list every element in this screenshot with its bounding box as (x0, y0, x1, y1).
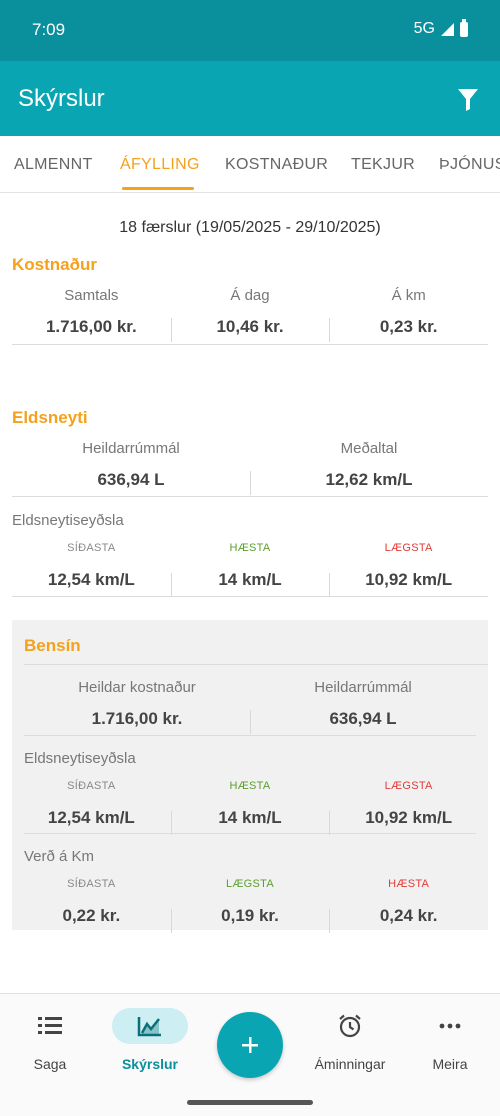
add-entry-button[interactable] (217, 1012, 283, 1078)
stat-value: 12,54 km/L (47, 570, 135, 589)
stat-value: 12,54 km/L (47, 808, 135, 827)
stat-label: SÍÐASTA (67, 542, 116, 554)
petrol-consumption-stats: SÍÐASTA 12,54 km/L HÆSTA 14 km/L LÆGSTA … (12, 779, 488, 835)
stat-value: 0,22 kr. (62, 906, 121, 925)
stat-label: SÍÐASTA (67, 780, 116, 792)
divider (12, 496, 488, 497)
petrol-consumption-highest: HÆSTA 14 km/L (170, 779, 330, 835)
petrol-consumption-lowest: LÆGSTA 10,92 km/L (329, 779, 488, 835)
more-icon (412, 1008, 488, 1044)
stat-value: 1.716,00 kr. (45, 317, 137, 336)
list-icon (12, 1008, 88, 1044)
stat-value: 0,19 kr. (221, 906, 279, 925)
chart-icon (112, 1008, 188, 1044)
price-lowest: LÆGSTA 0,19 kr. (170, 877, 330, 933)
petrol-total-volume: Heildarrúmmál 636,94 L (250, 678, 476, 734)
stat-value: 10,46 kr. (216, 317, 284, 336)
network-label: 5G (413, 20, 435, 37)
stat-value: 636,94 L (329, 709, 397, 728)
stat-label: SÍÐASTA (67, 878, 116, 890)
divider (12, 344, 488, 345)
petrol-consumption-last: SÍÐASTA 12,54 km/L (12, 779, 171, 829)
stat-value: 10,92 km/L (365, 808, 453, 827)
price-highest: HÆSTA 0,24 kr. (329, 877, 488, 933)
fuel-total-volume: Heildarrúmmál 636,94 L (12, 439, 250, 491)
divider (24, 833, 476, 834)
petrol-stats: Heildar kostnaður 1.716,00 kr. Heildarrú… (24, 678, 476, 734)
divider (24, 735, 476, 736)
stat-label: HÆSTA (229, 542, 271, 554)
stat-label: Heildarrúmmál (314, 679, 412, 696)
fuel-stats: Heildarrúmmál 636,94 L Meðaltal 12,62 km… (12, 439, 488, 495)
gesture-bar[interactable] (187, 1100, 313, 1105)
stat-label: Á km (391, 287, 426, 304)
stat-label: LÆGSTA (384, 542, 433, 554)
stat-value: 0,23 kr. (379, 317, 438, 336)
tab-almennt[interactable]: ALMENNT (14, 156, 93, 174)
nav-label: Áminningar (314, 1056, 386, 1072)
status-icons: 5G (413, 18, 468, 38)
cost-per-day: Á dag 10,46 kr. (170, 286, 330, 342)
active-tab-indicator (122, 187, 194, 190)
battery-icon (460, 18, 468, 37)
status-bar: 7:09 5G (0, 0, 500, 61)
stat-label: Á dag (230, 287, 270, 304)
stat-label: Samtals (64, 287, 119, 304)
petrol-section-title: Bensín (24, 636, 81, 655)
nav-meira[interactable]: Meira (400, 1008, 500, 1072)
stat-label: Heildar kostnaður (78, 679, 196, 696)
nav-saga[interactable]: Saga (0, 1008, 100, 1072)
stat-label: LÆGSTA (384, 780, 433, 792)
nav-label: Meira (432, 1056, 468, 1072)
plus-icon (242, 1037, 258, 1053)
price-last: SÍÐASTA 0,22 kr. (12, 877, 171, 927)
consumption-highest: HÆSTA 14 km/L (170, 541, 330, 597)
nav-skyrslur[interactable]: Skýrslur (100, 1008, 200, 1072)
fuel-average: Meðaltal 12,62 km/L (250, 439, 488, 495)
tab-thjonusta[interactable]: ÞJÓNUSTA (439, 156, 500, 174)
stat-value: 14 km/L (218, 570, 282, 589)
cost-per-km: Á km 0,23 kr. (329, 286, 488, 342)
stat-value: 0,24 kr. (379, 906, 438, 925)
price-per-km-label: Verð á Km (24, 848, 95, 865)
consumption-label: Eldsneytiseyðsla (12, 512, 124, 529)
status-time: 7:09 (32, 20, 66, 39)
alarm-icon (312, 1008, 388, 1044)
divider (24, 664, 488, 665)
price-per-km-stats: SÍÐASTA 0,22 kr. LÆGSTA 0,19 kr. HÆSTA 0… (12, 877, 488, 933)
tab-afylling[interactable]: ÁFYLLING (120, 156, 200, 174)
petrol-total-cost: Heildar kostnaður 1.716,00 kr. (24, 678, 250, 730)
nav-aminningar[interactable]: Áminningar (300, 1008, 400, 1072)
stat-value: 14 km/L (218, 808, 282, 827)
page-title: Skýrslur (18, 85, 105, 112)
cost-total: Samtals 1.716,00 kr. (12, 286, 171, 338)
petrol-consumption-label: Eldsneytiseyðsla (24, 750, 136, 767)
consumption-last: SÍÐASTA 12,54 km/L (12, 541, 171, 591)
records-summary: 18 færslur (19/05/2025 - 29/10/2025) (119, 219, 381, 236)
tab-kostnadur[interactable]: KOSTNAÐUR (225, 156, 328, 174)
fuel-consumption-stats: SÍÐASTA 12,54 km/L HÆSTA 14 km/L LÆGSTA … (12, 541, 488, 597)
bottom-nav: Saga Skýrslur Áminningar Meira (0, 993, 500, 1116)
stat-value: 636,94 L (97, 470, 165, 489)
consumption-lowest: LÆGSTA 10,92 km/L (329, 541, 488, 597)
tab-tekjur[interactable]: TEKJUR (351, 156, 415, 174)
stat-label: LÆGSTA (225, 878, 275, 890)
divider (12, 596, 488, 597)
nav-label: Saga (33, 1056, 67, 1072)
stat-label: Heildarrúmmál (82, 440, 180, 457)
stat-label: Meðaltal (340, 440, 398, 457)
stat-value: 1.716,00 kr. (91, 709, 183, 728)
stat-value: 12,62 km/L (325, 470, 413, 489)
cost-section-title: Kostnaður (12, 255, 97, 274)
stat-value: 10,92 km/L (365, 570, 453, 589)
signal-icon (441, 22, 454, 36)
filter-icon[interactable] (458, 89, 478, 111)
cost-stats: Samtals 1.716,00 kr. Á dag 10,46 kr. Á k… (12, 286, 488, 342)
stat-label: HÆSTA (388, 878, 430, 890)
app-bar: Skýrslur (0, 61, 500, 136)
stat-label: HÆSTA (229, 780, 271, 792)
fuel-section-title: Eldsneyti (12, 408, 88, 427)
tab-bar: ALMENNT ÁFYLLING KOSTNAÐUR TEKJUR ÞJÓNUS… (0, 136, 500, 193)
nav-label: Skýrslur (121, 1056, 179, 1072)
